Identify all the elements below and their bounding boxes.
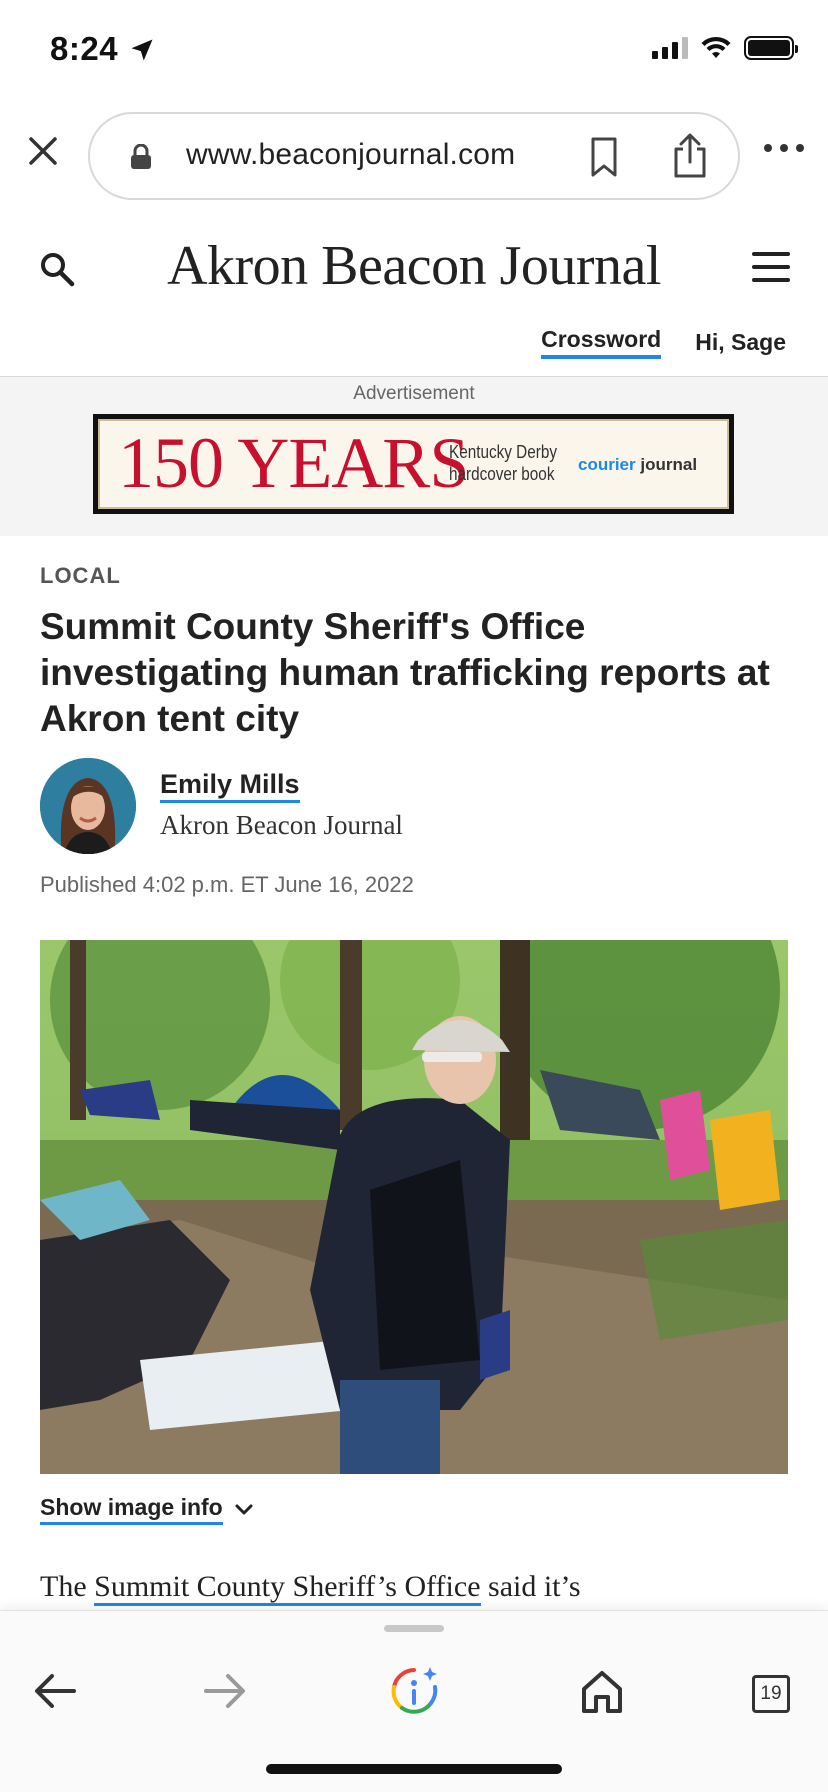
account-nav: Crossword Hi, Sage: [541, 326, 786, 359]
ad-brand-part-b: journal: [640, 455, 698, 474]
author-avatar[interactable]: [40, 758, 136, 854]
google-lens-icon[interactable]: [386, 1663, 442, 1719]
bookmark-icon[interactable]: [584, 136, 624, 178]
status-bar: 8:24: [0, 0, 828, 100]
forward-icon[interactable]: [196, 1663, 252, 1719]
sheriff-office-link[interactable]: Summit County Sheriff’s Office: [94, 1570, 481, 1606]
ad-label: Advertisement: [353, 383, 475, 404]
body-text-end: said it’s: [480, 1570, 581, 1603]
wifi-icon: [701, 36, 731, 58]
show-image-info-label: Show image info: [40, 1494, 223, 1525]
published-date: Published 4:02 p.m. ET June 16, 2022: [40, 872, 414, 897]
location-arrow-icon: [131, 39, 153, 61]
chevron-down-icon: [235, 1504, 253, 1514]
author-name[interactable]: Emily Mills: [160, 768, 300, 803]
section-label[interactable]: LOCAL: [40, 563, 121, 589]
browser-url-bar: www.beaconjournal.com: [0, 110, 828, 202]
url-field[interactable]: www.beaconjournal.com: [88, 112, 740, 200]
url-text: www.beaconjournal.com: [186, 138, 516, 171]
ad-subtext-line2: hardcover book: [449, 464, 555, 484]
author-avatar-image: [40, 758, 136, 854]
toolbar-grabber[interactable]: [384, 1625, 444, 1632]
article-headline: Summit County Sheriff's Office investiga…: [40, 606, 770, 739]
status-icons: [652, 36, 798, 60]
ad-area: Advertisement 150 YEARS Kentucky Derby h…: [0, 376, 828, 536]
menu-icon[interactable]: [752, 252, 790, 282]
ad-headline: 150 YEARS: [118, 423, 469, 503]
status-time: 8:24: [50, 30, 119, 67]
ad-brand-part-a: courier: [578, 455, 636, 474]
close-icon[interactable]: [26, 134, 60, 168]
ad-banner-content: 150 YEARS Kentucky Derby hardcover book …: [98, 419, 729, 509]
site-header: Akron Beacon Journal: [0, 232, 828, 312]
battery-icon: [744, 36, 798, 60]
tent-city-photo: [40, 940, 788, 1474]
body-text-start: The: [40, 1570, 95, 1603]
ad-subtext: Kentucky Derby hardcover book: [449, 441, 557, 485]
ad-subtext-line1: Kentucky Derby: [449, 442, 558, 462]
account-greeting[interactable]: Hi, Sage: [695, 329, 786, 356]
more-icon[interactable]: [764, 144, 804, 158]
article-photo[interactable]: [40, 940, 788, 1474]
ad-brand: courier journal: [578, 455, 697, 475]
signal-icon: [652, 37, 688, 59]
article-body-paragraph: The Summit County Sheriff’s Office said …: [40, 1570, 581, 1606]
back-icon[interactable]: [28, 1663, 84, 1719]
tabs-icon[interactable]: 19: [752, 1675, 790, 1713]
author-organization: Akron Beacon Journal: [160, 810, 403, 840]
site-logo[interactable]: Akron Beacon Journal: [0, 234, 828, 298]
lock-icon: [131, 144, 151, 169]
ad-banner[interactable]: 150 YEARS Kentucky Derby hardcover book …: [93, 414, 734, 514]
home-indicator[interactable]: [266, 1764, 562, 1774]
share-icon[interactable]: [668, 132, 712, 180]
show-image-info-button[interactable]: Show image info: [40, 1494, 253, 1525]
home-icon[interactable]: [574, 1663, 630, 1719]
crossword-link[interactable]: Crossword: [541, 326, 662, 359]
